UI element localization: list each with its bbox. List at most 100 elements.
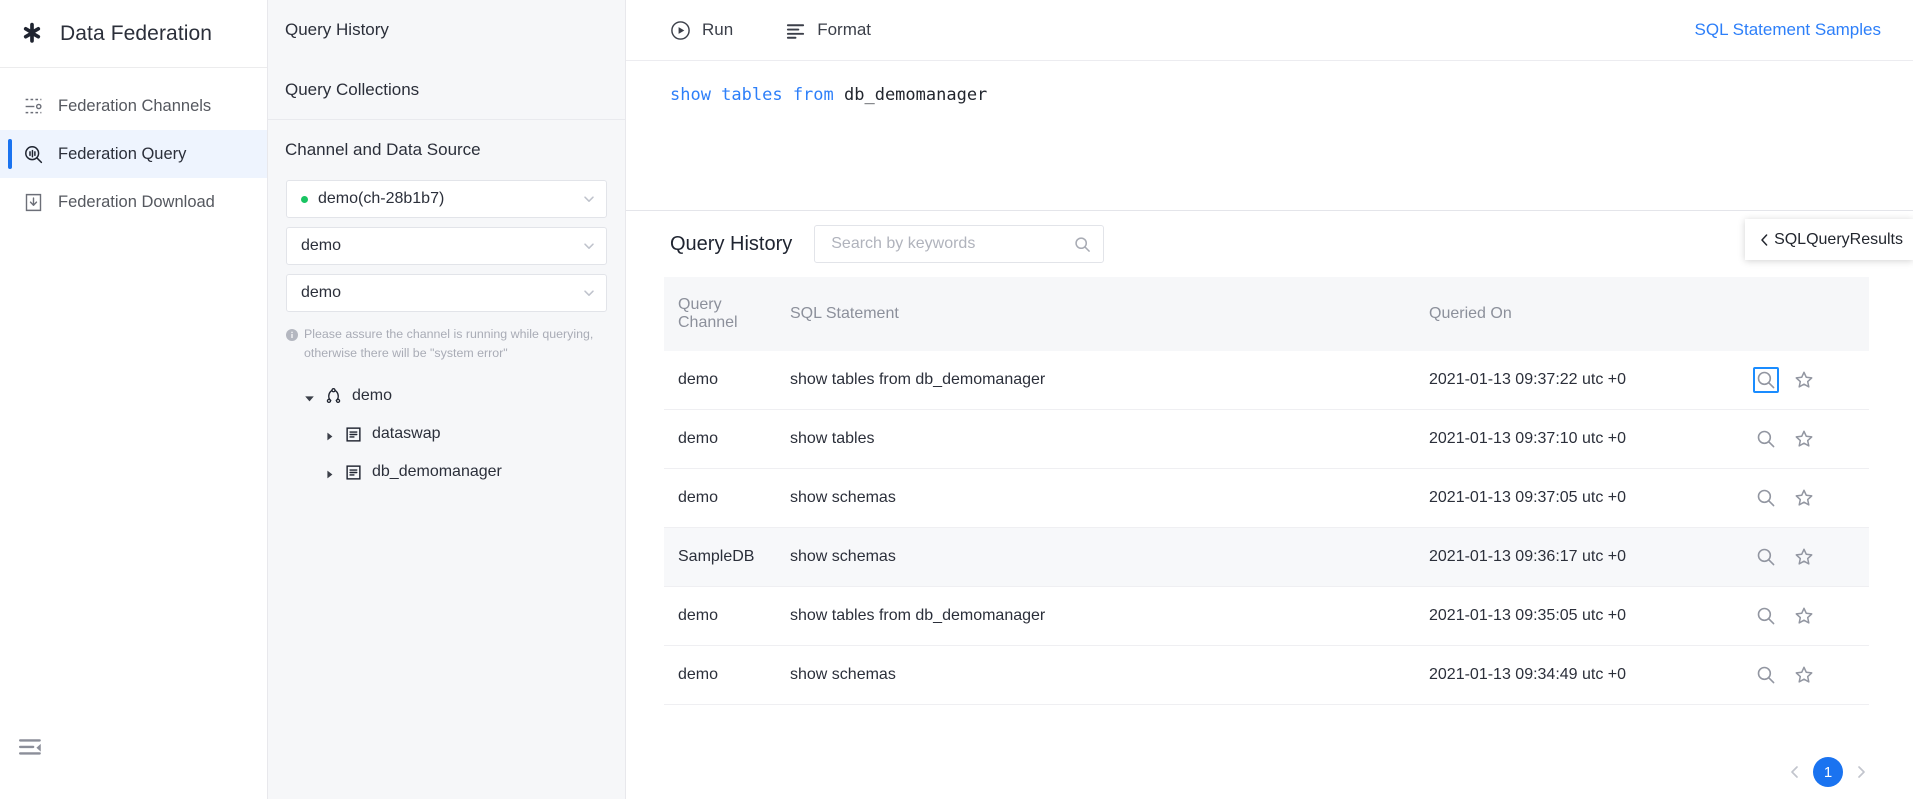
cell-query-channel: demo — [664, 351, 776, 410]
cell-queried-on: 2021-01-13 09:37:22 utc +0 — [1423, 351, 1753, 410]
cell-queried-on: 2021-01-13 09:36:17 utc +0 — [1423, 528, 1753, 587]
selects-group: demo(ch-28b1b7) demo demo — [268, 180, 625, 312]
download-box-icon — [22, 191, 44, 213]
search-input[interactable] — [829, 234, 1074, 254]
tree-node-db-demomanager[interactable]: db_demomanager — [278, 453, 615, 491]
cell-queried-on: 2021-01-13 09:35:05 utc +0 — [1423, 587, 1753, 646]
sql-editor[interactable]: show tables from db_demomanager — [626, 61, 1913, 211]
run-button[interactable]: Run — [670, 20, 733, 41]
database-node-icon — [344, 425, 363, 444]
tree-node-label: dataswap — [372, 425, 441, 443]
run-button-label: Run — [702, 20, 733, 40]
sidebar-item-federation-download[interactable]: Federation Download — [0, 178, 267, 226]
table-row[interactable]: demoshow schemas2021-01-13 09:34:49 utc … — [664, 646, 1869, 705]
chevron-down-icon — [582, 192, 596, 206]
format-button[interactable]: Format — [785, 20, 871, 41]
table-row[interactable]: demoshow schemas2021-01-13 09:37:05 utc … — [664, 469, 1869, 528]
sidebar-item-federation-query[interactable]: Federation Query — [0, 130, 267, 178]
row-favorite-button[interactable] — [1791, 603, 1817, 629]
app-root: Data Federation Federation Channels — [0, 0, 1913, 799]
query-side-panel: Query History Query Collections Channel … — [268, 0, 626, 799]
cell-actions — [1753, 410, 1869, 469]
query-magnifier-icon — [22, 143, 44, 165]
table-row[interactable]: demoshow tables2021-01-13 09:37:10 utc +… — [664, 410, 1869, 469]
chevron-down-icon — [582, 286, 596, 300]
tree-node-demo[interactable]: demo — [278, 377, 615, 415]
sidebar-item-label: Federation Query — [58, 145, 186, 164]
row-favorite-button[interactable] — [1791, 426, 1817, 452]
cell-actions — [1753, 351, 1869, 410]
panel-query-collections[interactable]: Query Collections — [268, 60, 625, 120]
format-lines-icon — [785, 20, 806, 41]
channel-hint-text: Please assure the channel is running whi… — [304, 325, 607, 363]
sql-query-results-tab[interactable]: SQLQueryResults — [1745, 219, 1913, 260]
asterisk-logo-icon — [18, 20, 46, 48]
collapse-sidebar-icon[interactable] — [18, 737, 44, 759]
datasource-select-value: demo — [301, 237, 582, 255]
tree-node-label: db_demomanager — [372, 463, 502, 481]
sql-identifier: db_demomanager — [834, 85, 988, 105]
main-content: Run Format SQL Statement Samples show ta… — [626, 0, 1913, 799]
row-favorite-button[interactable] — [1791, 544, 1817, 570]
row-view-button[interactable] — [1753, 544, 1779, 570]
results-header: Query History — [664, 211, 1869, 277]
sql-keyword: show tables from — [670, 85, 834, 105]
row-view-button[interactable] — [1753, 485, 1779, 511]
cell-query-channel: demo — [664, 410, 776, 469]
column-header-query-channel: Query Channel — [664, 277, 776, 351]
panel-query-history[interactable]: Query History — [268, 0, 625, 60]
column-header-actions — [1753, 277, 1869, 351]
sql-query-results-tab-label: SQLQueryResults — [1774, 231, 1903, 249]
chevron-down-icon — [582, 239, 596, 253]
triangle-right-icon[interactable] — [324, 467, 335, 478]
cell-sql-statement: show tables — [776, 410, 1423, 469]
search-icon[interactable] — [1074, 236, 1091, 253]
row-favorite-button[interactable] — [1791, 662, 1817, 688]
cell-actions — [1753, 646, 1869, 705]
cell-sql-statement: show schemas — [776, 646, 1423, 705]
cell-queried-on: 2021-01-13 09:34:49 utc +0 — [1423, 646, 1753, 705]
cell-sql-statement: show tables from db_demomanager — [776, 351, 1423, 410]
search-input-wrapper[interactable] — [814, 225, 1104, 263]
query-history-panel: Query History Query Channel SQL Statemen… — [626, 211, 1913, 799]
database-select[interactable]: demo — [286, 274, 607, 312]
channel-node-icon — [324, 387, 343, 406]
column-header-sql-statement: SQL Statement — [776, 277, 1423, 351]
table-body: demoshow tables from db_demomanager2021-… — [664, 351, 1869, 705]
status-dot-icon — [301, 196, 308, 203]
row-view-button[interactable] — [1753, 662, 1779, 688]
chevron-left-icon — [1759, 233, 1770, 247]
pagination-next-icon[interactable] — [1853, 764, 1869, 780]
sql-statement-samples-link[interactable]: SQL Statement Samples — [1695, 20, 1881, 40]
pagination-page-1[interactable]: 1 — [1813, 757, 1843, 787]
editor-toolbar: Run Format SQL Statement Samples — [626, 0, 1913, 61]
sidebar-item-federation-channels[interactable]: Federation Channels — [0, 82, 267, 130]
row-view-button[interactable] — [1753, 603, 1779, 629]
cell-sql-statement: show schemas — [776, 528, 1423, 587]
brand-header: Data Federation — [0, 0, 267, 68]
row-favorite-button[interactable] — [1791, 485, 1817, 511]
channel-select[interactable]: demo(ch-28b1b7) — [286, 180, 607, 218]
triangle-right-icon[interactable] — [324, 429, 335, 440]
table-row[interactable]: demoshow tables from db_demomanager2021-… — [664, 351, 1869, 410]
sidebar-item-label: Federation Download — [58, 193, 215, 212]
row-view-button[interactable] — [1753, 367, 1779, 393]
table-row[interactable]: SampleDBshow schemas2021-01-13 09:36:17 … — [664, 528, 1869, 587]
triangle-down-icon[interactable] — [304, 391, 315, 402]
row-favorite-button[interactable] — [1791, 367, 1817, 393]
cell-sql-statement: show schemas — [776, 469, 1423, 528]
pagination: 1 — [1787, 757, 1869, 787]
channel-hint: Please assure the channel is running whi… — [286, 325, 607, 363]
cell-actions — [1753, 528, 1869, 587]
play-circle-icon — [670, 20, 691, 41]
table-row[interactable]: demoshow tables from db_demomanager2021-… — [664, 587, 1869, 646]
row-view-button[interactable] — [1753, 426, 1779, 452]
database-node-icon — [344, 463, 363, 482]
brand-title: Data Federation — [60, 22, 212, 46]
panel-channel-datasource-title: Channel and Data Source — [268, 120, 625, 180]
tree-node-dataswap[interactable]: dataswap — [278, 415, 615, 453]
sidebar-item-label: Federation Channels — [58, 97, 211, 116]
datasource-select[interactable]: demo — [286, 227, 607, 265]
pagination-prev-icon[interactable] — [1787, 764, 1803, 780]
cell-queried-on: 2021-01-13 09:37:10 utc +0 — [1423, 410, 1753, 469]
